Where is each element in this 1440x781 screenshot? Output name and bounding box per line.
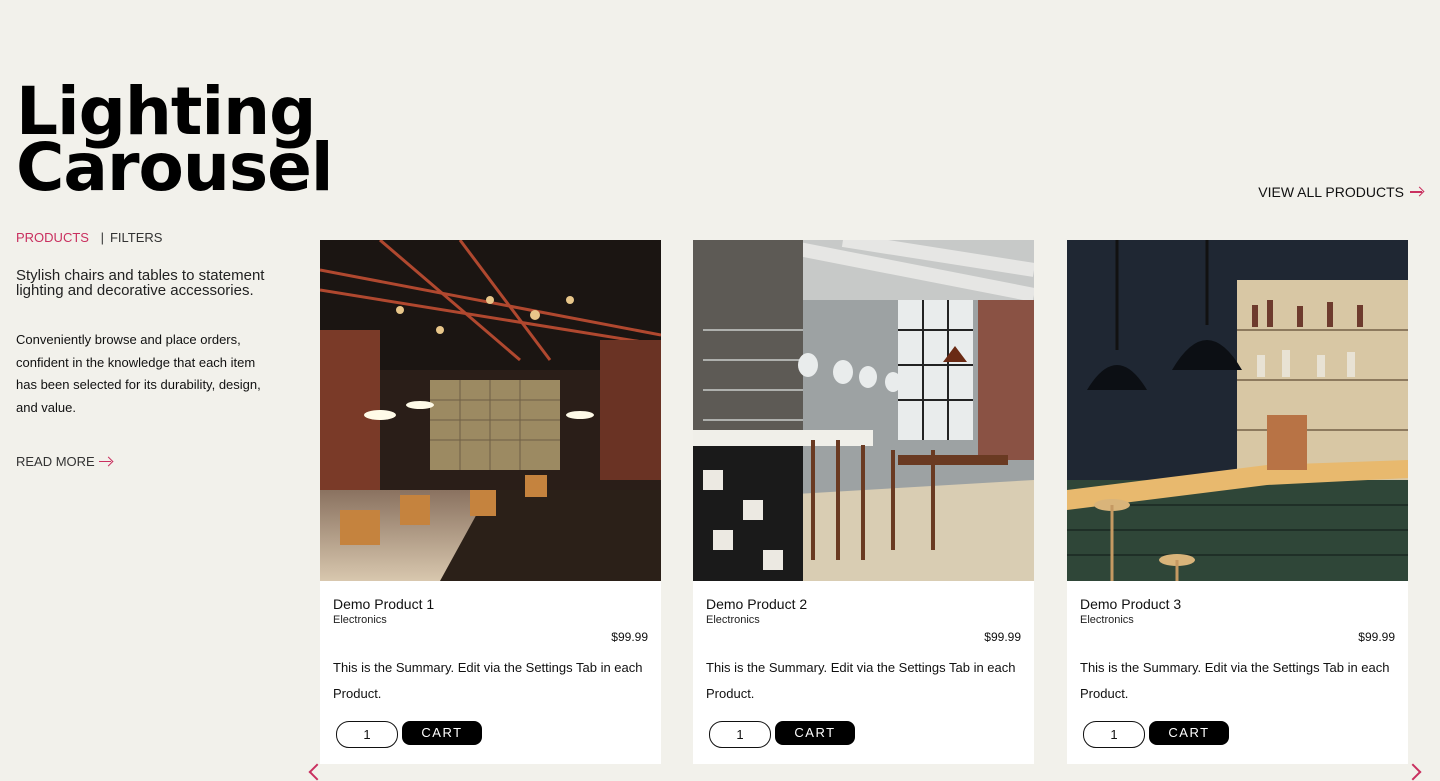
product-summary: This is the Summary. Edit via the Settin… [706,660,1016,701]
product-image-restaurant[interactable] [320,240,661,581]
product-name[interactable]: Demo Product 3 [1080,596,1181,612]
product-price: $99.99 [1358,630,1395,644]
product-price: $99.99 [611,630,648,644]
arrow-right-icon [1410,187,1424,197]
intro-tagline: Stylish chairs and tables to statement l… [16,267,265,299]
breadcrumb-separator: | [100,230,104,245]
product-price: $99.99 [984,630,1021,644]
product-name[interactable]: Demo Product 1 [333,596,434,612]
quantity-input[interactable]: 1 [709,721,771,748]
arrow-right-icon [98,457,113,467]
product-category: Electronics [706,614,760,626]
page-title: Lighting Carousel [16,79,334,206]
product-summary: This is the Summary. Edit via the Settin… [333,660,643,701]
product-image-bar[interactable] [693,240,1034,581]
product-summary: This is the Summary. Edit via the Settin… [1080,660,1390,701]
product-card[interactable]: Demo Product 2 Electronics $99.99 This i… [693,240,1034,764]
read-more-link[interactable]: READ MORE [16,454,113,469]
quantity-input[interactable]: 1 [336,721,398,748]
view-all-products-link[interactable]: VIEW ALL PRODUCTS [1258,184,1424,200]
product-card[interactable]: Demo Product 3 Electronics $99.99 This i… [1067,240,1408,764]
product-category: Electronics [1080,614,1134,626]
product-name[interactable]: Demo Product 2 [706,596,807,612]
breadcrumb-filters[interactable]: FILTERS [110,230,163,245]
add-to-cart-button[interactable]: CART [402,721,482,745]
intro-description: Conveniently browse and place orders, co… [16,332,261,415]
product-category: Electronics [333,614,387,626]
quantity-input[interactable]: 1 [1083,721,1145,748]
add-to-cart-button[interactable]: CART [775,721,855,745]
page-title-line-2: Carousel [16,129,334,206]
breadcrumb: PRODUCTS | FILTERS [16,230,162,245]
view-all-products-label: VIEW ALL PRODUCTS [1258,184,1404,200]
read-more-label: READ MORE [16,454,95,469]
carousel-next-icon[interactable] [1404,763,1422,781]
product-card[interactable]: Demo Product 1 Electronics $99.99 This i… [320,240,661,764]
add-to-cart-button[interactable]: CART [1149,721,1229,745]
carousel-prev-icon[interactable] [308,763,326,781]
product-image-kitchen-bar[interactable] [1067,240,1408,581]
breadcrumb-products[interactable]: PRODUCTS [16,230,89,245]
